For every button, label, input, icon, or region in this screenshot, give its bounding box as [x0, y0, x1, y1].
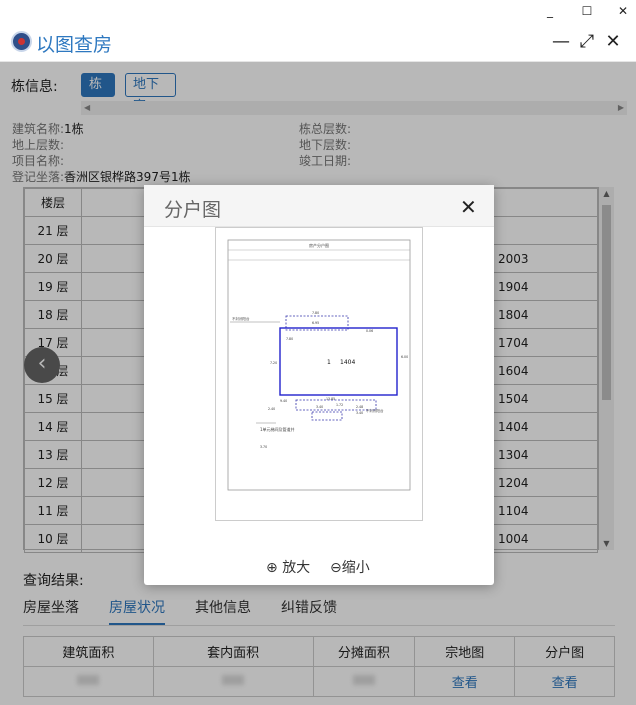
dimension-label: 0.06: [366, 329, 373, 333]
zoom-in-icon: ⊕: [266, 560, 278, 576]
unit-number: 1404: [340, 359, 355, 366]
zoom-out-label: 缩小: [341, 560, 370, 576]
unit-prefix: 1: [327, 359, 331, 366]
app-title: 以图查房: [36, 34, 113, 56]
close-icon[interactable]: ✕: [602, 31, 624, 53]
dimension-label: 13.85: [326, 397, 335, 401]
balcony-label: 不封闭阳台: [232, 316, 250, 321]
zoom-in-label: 放大: [282, 560, 311, 576]
dimension-label: 3.40: [356, 411, 363, 415]
floor-plan-drawing: 房产分户图 1 1404 不封闭阳台 不封闭阳台 1单元梯间及管道井 7.80 6…: [227, 239, 411, 491]
minimize-icon[interactable]: —: [550, 31, 572, 53]
unit-plan-modal: 分户图 ✕ 房产分户图 1 1404 不封闭阳台 不封闭阳台 1单元梯间及管道井…: [144, 185, 494, 585]
app-header: 以图查房 — ⤢ ✕: [0, 22, 636, 62]
dimension-label: 6.95: [312, 321, 319, 325]
floor-plan-document[interactable]: 房产分户图 1 1404 不封闭阳台 不封闭阳台 1单元梯间及管道井 7.80 6…: [215, 227, 423, 521]
zoom-out-button[interactable]: ⊖缩小: [330, 557, 370, 577]
zoom-out-icon: ⊖: [330, 560, 342, 576]
plan-note: 1单元梯间及管道井: [260, 426, 295, 432]
dimension-label: 3.40: [316, 405, 323, 409]
dimension-label: 3.70: [260, 445, 267, 449]
window-maximize-button[interactable]: ☐: [577, 2, 597, 20]
dimension-label: 9.40: [280, 399, 287, 403]
window-close-button[interactable]: ✕: [613, 2, 633, 20]
dimension-label: 2.48: [356, 405, 363, 409]
zoom-in-button[interactable]: ⊕ 放大: [266, 557, 310, 577]
dimension-label: 7.80: [286, 337, 293, 341]
modal-close-icon[interactable]: ✕: [460, 195, 477, 219]
window-titlebar: _ ☐ ✕: [0, 0, 636, 22]
modal-title: 分户图: [164, 199, 222, 221]
restore-icon[interactable]: ⤢: [576, 31, 598, 53]
dimension-label: 6.00: [401, 355, 408, 359]
dimension-label: 7.80: [312, 311, 319, 315]
app-logo-icon: [11, 31, 32, 52]
window-minimize-button[interactable]: _: [540, 2, 560, 20]
plan-header: 房产分户图: [309, 242, 329, 248]
balcony-label: 不封闭阳台: [366, 408, 384, 413]
dimension-label: 2.40: [268, 407, 275, 411]
modal-header: 分户图 ✕: [144, 185, 494, 227]
dimension-label: 7.20: [270, 361, 277, 365]
dimension-label: 1.72: [336, 403, 343, 407]
